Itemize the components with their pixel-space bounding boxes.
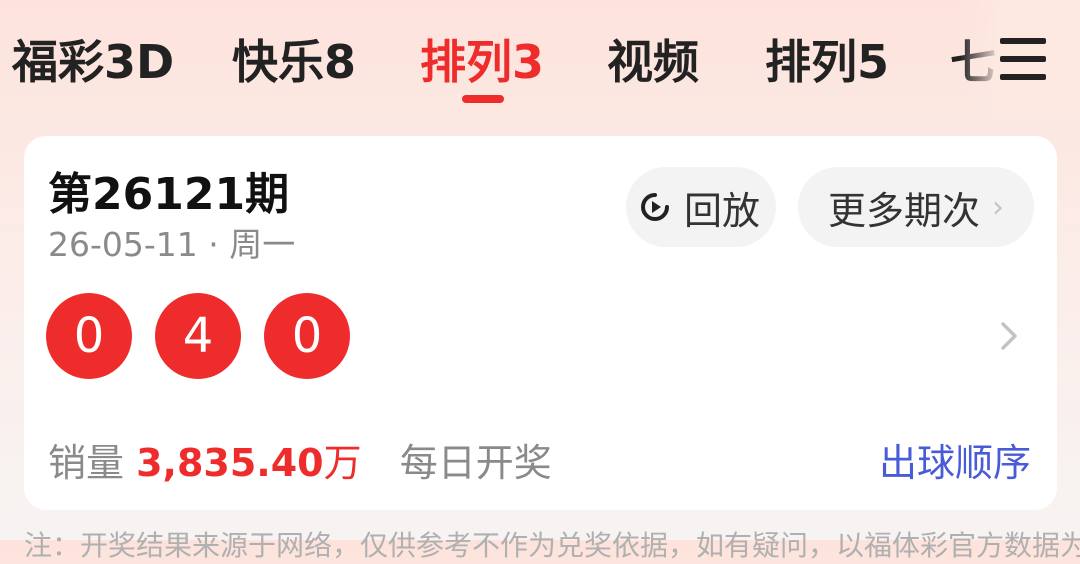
replay-clock-icon [641, 193, 669, 221]
active-tab-indicator [462, 95, 504, 103]
tab-pailie-5[interactable]: 排列5 [765, 30, 889, 94]
more-issues-label: 更多期次 [828, 188, 981, 233]
replay-button[interactable]: 回放 [626, 167, 776, 247]
draw-frequency: 每日开奖 [399, 441, 552, 485]
number-ball: 0 [46, 293, 132, 379]
replay-label: 回放 [684, 188, 761, 233]
hamburger-menu-icon[interactable] [1000, 38, 1046, 80]
lottery-tab-bar: 福彩3D 快乐8 排列3 视频 排列5 七 [0, 0, 1080, 120]
chevron-right-icon[interactable] [999, 316, 1019, 356]
more-issues-button[interactable]: 更多期次 › [798, 167, 1034, 247]
number-ball: 0 [264, 293, 350, 379]
draw-date: 26-05-11 · 周一 [48, 225, 296, 264]
sales-label: 销量 [48, 441, 125, 485]
issue-number: 第26121期 [48, 169, 290, 220]
ball-order-link[interactable]: 出球顺序 [879, 432, 1031, 487]
tab-video[interactable]: 视频 [607, 30, 699, 94]
chevron-right-icon: › [992, 189, 1005, 225]
tab-fucai-3d[interactable]: 福彩3D [12, 30, 174, 94]
number-ball: 4 [155, 293, 241, 379]
sales-unit: 万 [323, 441, 362, 485]
tab-kuaile-8[interactable]: 快乐8 [232, 30, 356, 94]
disclaimer-note: 注：开奖结果来源于网络，仅供参考不作为兑奖依据，如有疑问，以福体彩官方数据为准 [24, 529, 1080, 562]
tab-pailie-3[interactable]: 排列3 [420, 30, 544, 94]
draw-result-card[interactable]: 第26121期 26-05-11 · 周一 回放 更多期次 › 0 4 0 销量… [24, 136, 1057, 510]
sales-value: 3,835.40 [136, 441, 324, 485]
sales-info: 销量 3,835.40万 每日开奖 [48, 432, 552, 487]
